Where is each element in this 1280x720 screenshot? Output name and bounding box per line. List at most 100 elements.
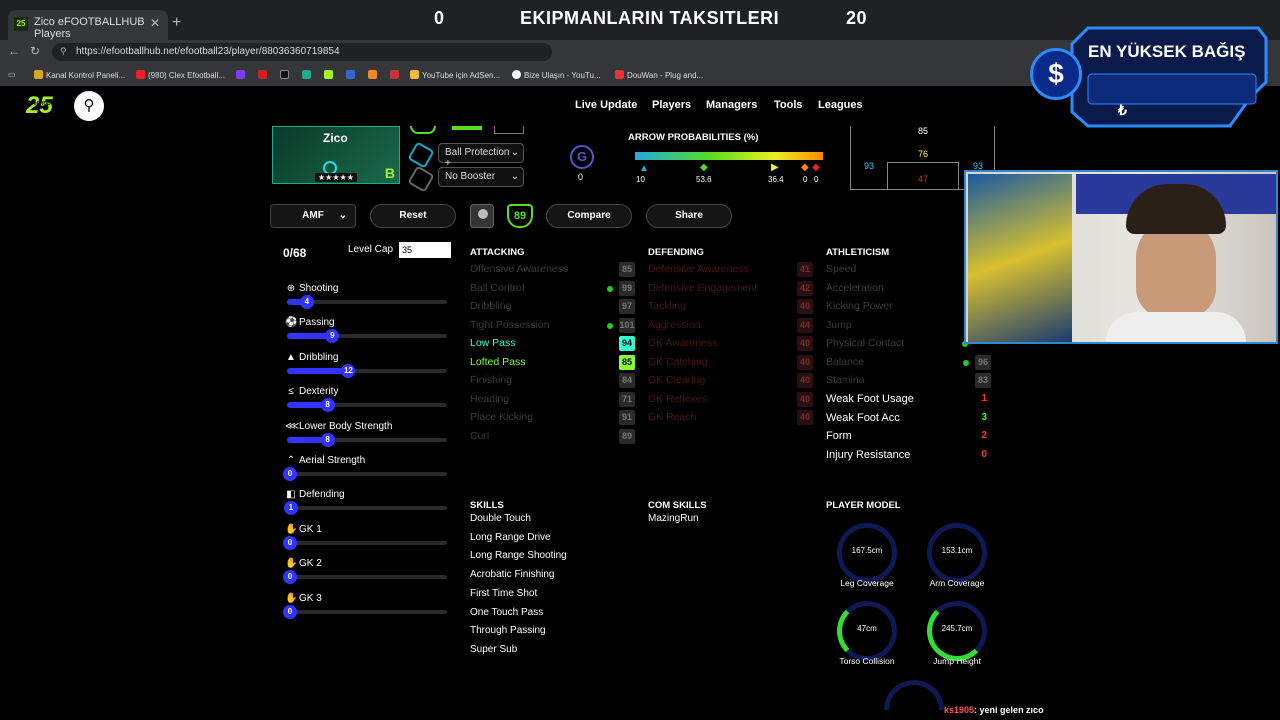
progression-knob[interactable]: 1 (283, 501, 298, 516)
boost-dot-icon (607, 322, 613, 329)
stat-row: Curl 89 (470, 428, 635, 445)
new-tab-button[interactable]: + (172, 14, 181, 32)
attacking-title: ATTACKING (470, 247, 525, 258)
bookmark-icon-twitch[interactable] (236, 70, 248, 80)
boost-dot-icon (607, 285, 613, 292)
arrow-down-right-icon: ◆ (801, 162, 809, 173)
bookmark-icon-app[interactable] (258, 70, 270, 80)
url-input[interactable]: ⚲ https://efootballhub.net/efootball23/p… (52, 43, 552, 61)
progression-track[interactable] (287, 609, 447, 614)
progression-track[interactable] (287, 472, 447, 476)
progression-knob[interactable]: 9 (325, 329, 340, 344)
skill-item: Long Range Drive (470, 531, 551, 543)
nav-managers[interactable]: Managers (706, 99, 757, 111)
bookmark-icon-orange[interactable] (368, 70, 380, 80)
bookmark-icon-red[interactable] (390, 70, 402, 80)
level-cap-label: Level Cap (348, 244, 394, 255)
progression-knob[interactable]: 0 (283, 570, 297, 585)
overlay-title-text: EKIPMANLARIN TAKSITLERI (520, 8, 780, 28)
arrow-value: 0 (803, 175, 808, 184)
info-row: Weak Foot Acc 3 (826, 410, 991, 428)
stat-value: 94 (619, 336, 635, 351)
progression-knob[interactable]: 8 (320, 398, 335, 413)
bookmark-item[interactable]: (980) Clex Efootball... (136, 70, 225, 80)
webcam-overlay (964, 170, 1278, 344)
tab-favicon-icon: 25 (14, 17, 28, 31)
progression-row: ⌃ Aerial Strength 0 (283, 455, 448, 485)
nav-players[interactable]: Players (652, 99, 691, 111)
bookmark-icon-x[interactable] (280, 70, 292, 80)
stat-name: GK Reflexes (648, 392, 707, 405)
progression-knob[interactable]: 12 (341, 363, 356, 378)
bookmark-icon-blue[interactable] (346, 70, 358, 80)
compare-button[interactable]: Compare (546, 204, 632, 228)
bookmark-item[interactable]: YouTube için AdSen... (410, 70, 500, 80)
info-value: 3 (981, 411, 987, 423)
site-info-icon[interactable]: ⚲ (60, 46, 67, 57)
browser-tab[interactable]: 25 Zico eFOOTBALLHUB Players ✕ (8, 10, 168, 40)
position-select[interactable]: AMF ⌄ (270, 204, 356, 228)
info-value: 2 (981, 430, 987, 441)
tab-close-icon[interactable]: ✕ (150, 16, 160, 30)
nav-tools[interactable]: Tools (774, 99, 803, 111)
bookmark-icon-green[interactable] (302, 70, 314, 80)
booster-select-1[interactable]: Ball Protection + ⌄ (438, 143, 524, 169)
g-icon: G (570, 145, 594, 169)
stat-value: 85 (619, 262, 635, 277)
overlay-right-score: 20 (846, 8, 868, 28)
progression-icon: ✋ (285, 592, 298, 604)
back-icon[interactable]: ← (8, 44, 20, 58)
apps-icon[interactable]: ▭ (8, 70, 16, 79)
arrow-value: 0 (814, 175, 819, 184)
progression-knob[interactable]: 0 (283, 535, 297, 550)
progression-track[interactable] (287, 506, 447, 511)
pitch-rating: 85 (918, 126, 929, 136)
player-name: Zico (323, 131, 348, 145)
stat-row: Place Kicking 91 (470, 410, 635, 426)
progression-knob[interactable]: 0 (283, 604, 297, 619)
stat-name: Curl (470, 429, 490, 442)
arrow-probabilities-title: ARROW PROBABILITIES (%) (628, 132, 759, 143)
stat-name: Ball Control (470, 281, 525, 294)
rating-badge[interactable]: 89 (507, 204, 533, 228)
bookmark-icon-25[interactable] (324, 70, 336, 80)
search-icon[interactable]: ⚲ (74, 91, 104, 121)
nav-live-update[interactable]: Live Update (575, 99, 637, 111)
level-cap-input[interactable] (399, 242, 451, 258)
bookmark-item[interactable]: DouWan - Plug and... (615, 70, 703, 80)
progression-track[interactable] (287, 540, 447, 545)
progression-label: Aerial Strength (299, 455, 366, 466)
booster-select-2[interactable]: No Booster ⌄ (438, 167, 524, 187)
model-gauge: 245.7cm (927, 601, 987, 661)
share-button[interactable]: Share (646, 204, 732, 228)
stat-row: Balance 96 (826, 354, 991, 371)
com-skill-item: MazingRun (648, 513, 699, 524)
adsense-icon (410, 70, 419, 79)
progression-label: Defending (299, 489, 345, 501)
box-icon (494, 126, 524, 134)
player-avatar-icon[interactable] (470, 204, 494, 228)
stat-value: 40 (797, 354, 813, 370)
arrow-right-icon: ▶ (771, 162, 779, 173)
arrow-up-icon: ▲ (639, 163, 649, 174)
url-text: https://efootballhub.net/efootball23/pla… (76, 46, 340, 57)
folder-icon (34, 70, 43, 79)
tab-title: Zico eFOOTBALLHUB Players (34, 16, 145, 40)
progression-row: ⊕ Shooting 4 (283, 283, 448, 313)
reset-button[interactable]: Reset (370, 204, 456, 228)
progression-track[interactable] (287, 575, 447, 580)
bookmark-item[interactable]: Kanal Kontrol Paneli... (34, 70, 125, 80)
reload-icon[interactable]: ↻ (30, 44, 40, 58)
youtube-icon (136, 70, 145, 79)
info-name: Weak Foot Acc (826, 411, 900, 424)
skill-item: First Time Shot (470, 587, 538, 599)
progression-knob[interactable]: 8 (320, 432, 335, 447)
bookmark-item[interactable]: Bize Ulaşın - YouTu... (512, 70, 601, 80)
progression-knob[interactable]: 4 (299, 295, 314, 309)
progression-knob[interactable]: 0 (283, 467, 297, 481)
progression-icon: ▲ (286, 351, 296, 363)
arrow-down-icon: ◆ (812, 162, 820, 173)
nav-leagues[interactable]: Leagues (818, 99, 863, 111)
stat-value: 84 (619, 373, 635, 388)
site-logo[interactable]: 25 eFHUB (26, 92, 62, 120)
